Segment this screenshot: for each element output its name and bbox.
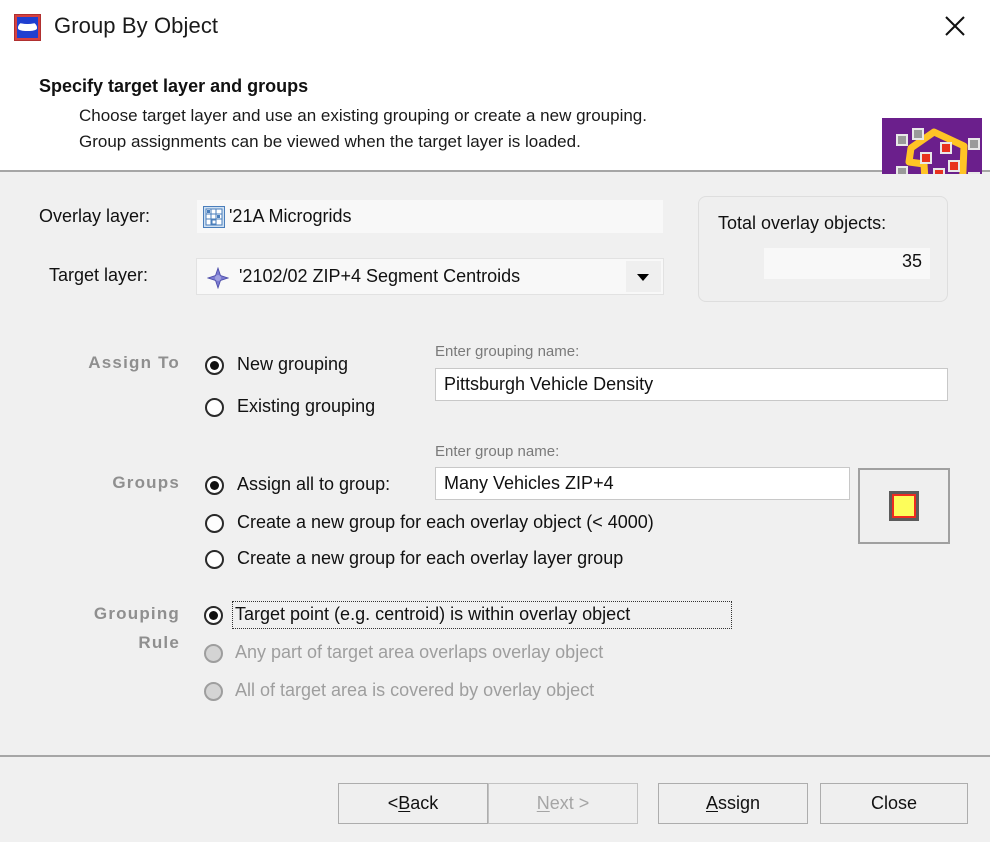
overlay-layer-field: '21A Microgrids — [196, 199, 664, 234]
radio-new-grouping-label[interactable]: New grouping — [237, 354, 348, 375]
grouping-name-caption: Enter grouping name: — [435, 343, 579, 360]
close-icon[interactable] — [928, 0, 982, 52]
assign-to-section-label: Assign To — [0, 353, 180, 373]
back-button-accel: B — [398, 793, 410, 814]
radio-assign-all-to-group-label[interactable]: Assign all to group: — [237, 474, 390, 495]
point-layer-icon — [207, 267, 229, 294]
overlay-layer-value: '21A Microgrids — [229, 206, 351, 227]
radio-new-group-per-overlay-object[interactable] — [205, 514, 224, 533]
grouping-rule-section-label: Grouping Rule — [0, 599, 180, 657]
radio-target-point-within-overlay-label[interactable]: Target point (e.g. centroid) is within o… — [235, 604, 630, 625]
close-button[interactable]: Close — [820, 783, 968, 824]
color-swatch-icon — [892, 494, 916, 518]
assign-button-post: ssign — [718, 793, 760, 814]
grouping-rule-label-line2: Rule — [138, 633, 180, 652]
app-window-icon — [14, 14, 41, 41]
next-button-accel: N — [537, 793, 550, 814]
wizard-header: Specify target layer and groups Choose t… — [0, 56, 990, 172]
radio-new-grouping[interactable] — [205, 356, 224, 375]
groups-section-label: Groups — [0, 473, 180, 493]
window-title: Group By Object — [54, 13, 218, 39]
target-layer-combobox[interactable]: '2102/02 ZIP+4 Segment Centroids — [196, 258, 664, 295]
grouping-name-input[interactable] — [435, 368, 948, 401]
group-color-swatch-button[interactable] — [858, 468, 950, 544]
back-button-pre: < — [388, 793, 399, 814]
title-bar: Group By Object — [0, 0, 990, 56]
radio-existing-grouping-label[interactable]: Existing grouping — [237, 396, 375, 417]
target-layer-label: Target layer: — [49, 265, 148, 286]
overlay-layer-label: Overlay layer: — [39, 206, 150, 227]
target-layer-value: '2102/02 ZIP+4 Segment Centroids — [239, 266, 520, 287]
radio-all-covered-by-overlay-label: All of target area is covered by overlay… — [235, 680, 594, 701]
grid-layer-icon — [203, 206, 225, 233]
radio-existing-grouping[interactable] — [205, 398, 224, 417]
back-button-post: ack — [410, 793, 438, 814]
group-name-caption: Enter group name: — [435, 443, 559, 460]
radio-new-group-per-overlay-layer-group[interactable] — [205, 550, 224, 569]
total-overlay-objects-value-box: 35 — [764, 248, 930, 279]
assign-button-accel: A — [706, 793, 718, 814]
radio-new-group-per-overlay-object-label[interactable]: Create a new group for each overlay obje… — [237, 512, 654, 533]
radio-all-covered-by-overlay — [204, 682, 223, 701]
total-overlay-objects-label: Total overlay objects: — [718, 213, 886, 234]
radio-any-part-overlaps-overlay-label: Any part of target area overlaps overlay… — [235, 642, 603, 663]
total-overlay-objects-value: 35 — [902, 251, 922, 272]
radio-target-point-within-overlay[interactable] — [204, 606, 223, 625]
next-button-post: ext > — [550, 793, 590, 814]
chevron-down-icon[interactable] — [626, 261, 661, 292]
next-button: Next > — [488, 783, 638, 824]
page-subtitle-line1: Choose target layer and use an existing … — [79, 106, 647, 126]
radio-assign-all-to-group[interactable] — [205, 476, 224, 495]
grouping-rule-label-line1: Grouping — [94, 604, 180, 623]
page-title: Specify target layer and groups — [39, 76, 308, 97]
group-name-input[interactable] — [435, 467, 850, 500]
radio-new-group-per-overlay-layer-group-label[interactable]: Create a new group for each overlay laye… — [237, 548, 623, 569]
radio-any-part-overlaps-overlay — [204, 644, 223, 663]
assign-button[interactable]: Assign — [658, 783, 808, 824]
back-button[interactable]: < Back — [338, 783, 488, 824]
close-button-post: Close — [871, 793, 917, 814]
page-subtitle-line2: Group assignments can be viewed when the… — [79, 132, 581, 152]
